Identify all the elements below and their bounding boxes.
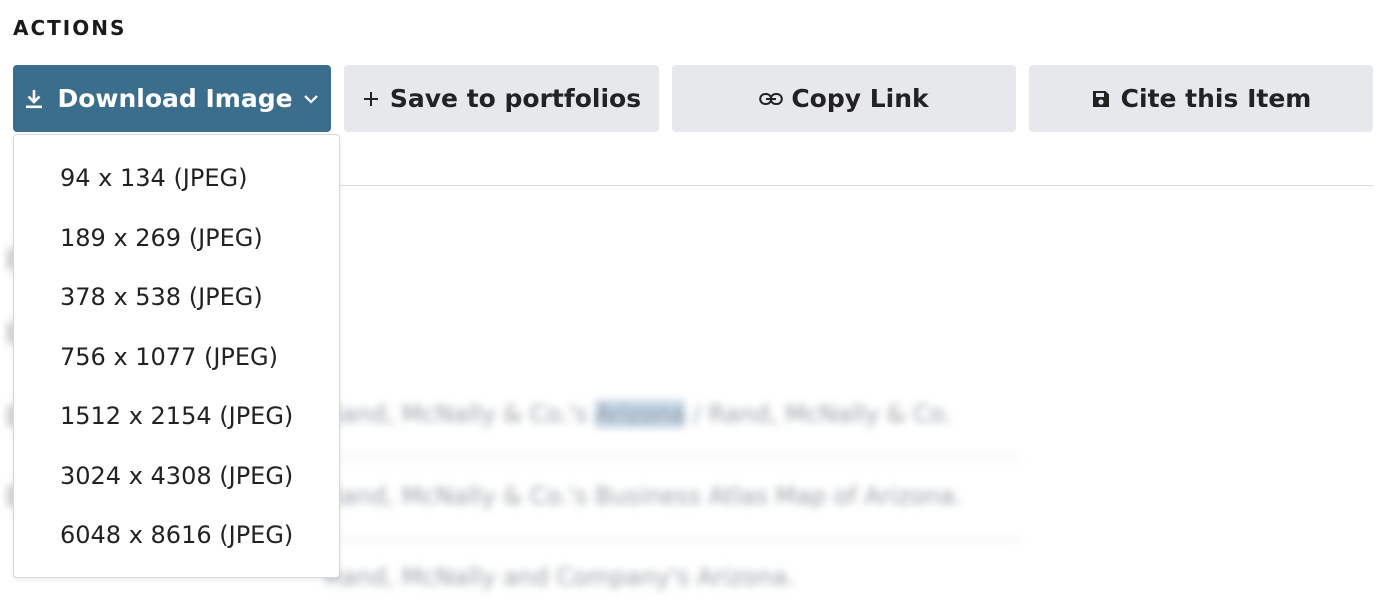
download-option[interactable]: 378 x 538 (JPEG) — [60, 277, 263, 317]
download-option[interactable]: 6048 x 8616 (JPEG) — [60, 515, 293, 555]
cite-this-item-label: Cite this Item — [1120, 84, 1312, 113]
background-row-text: Rand, McNally and Company's Arizona. — [325, 563, 795, 591]
section-title: ACTIONS — [13, 16, 127, 40]
plus-icon — [362, 90, 380, 108]
background-row-text: Rand, McNally & Co.'s — [325, 400, 596, 428]
background-row-text: / Rand, McNally & Co. — [685, 400, 952, 428]
download-option[interactable]: 189 x 269 (JPEG) — [60, 218, 263, 258]
background-separator — [325, 539, 1020, 540]
background-separator — [325, 457, 1020, 458]
download-icon — [25, 89, 43, 109]
background-row: Rand, McNally & Co.'s Business Atlas Map… — [325, 482, 962, 510]
section-divider — [340, 185, 1373, 186]
page: Rand, McNally & Co.'s Arizona / Rand, Mc… — [0, 0, 1394, 606]
download-option[interactable]: 756 x 1077 (JPEG) — [60, 337, 278, 377]
cite-this-item-button[interactable]: Cite this Item — [1029, 65, 1373, 132]
copy-link-label: Copy Link — [791, 84, 929, 113]
save-disk-icon — [1091, 89, 1111, 109]
background-row-highlight: Arizona — [595, 400, 686, 428]
download-image-label: Download Image — [57, 84, 293, 113]
background-row: Rand, McNally & Co.'s Arizona / Rand, Mc… — [325, 400, 952, 428]
download-option[interactable]: 3024 x 4308 (JPEG) — [60, 456, 293, 496]
download-option[interactable]: 94 x 134 (JPEG) — [60, 158, 247, 198]
download-size-dropdown: 94 x 134 (JPEG) 189 x 269 (JPEG) 378 x 5… — [13, 134, 340, 578]
background-row: Rand, McNally and Company's Arizona. — [325, 563, 795, 591]
link-icon — [759, 92, 784, 106]
download-image-button[interactable]: Download Image — [13, 65, 331, 132]
chevron-down-icon — [303, 93, 319, 105]
copy-link-button[interactable]: Copy Link — [672, 65, 1016, 132]
save-to-portfolios-button[interactable]: Save to portfolios — [344, 65, 659, 132]
save-to-portfolios-label: Save to portfolios — [389, 84, 642, 113]
download-option[interactable]: 1512 x 2154 (JPEG) — [60, 396, 293, 436]
background-row-text: Rand, McNally & Co.'s Business Atlas Map… — [325, 482, 963, 510]
